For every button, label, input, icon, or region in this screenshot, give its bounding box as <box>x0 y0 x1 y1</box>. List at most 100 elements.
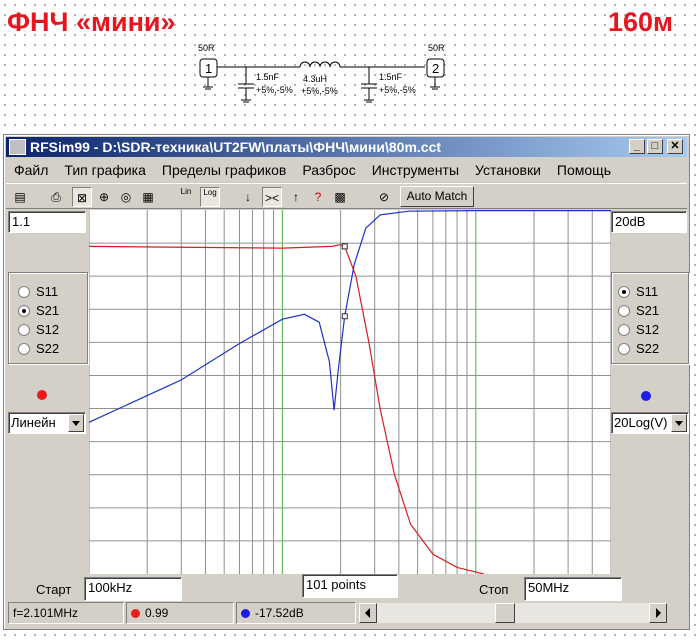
left-radio-s12[interactable]: S12 <box>18 321 59 339</box>
filter-schematic: 50R 1 1.5nF +5%,-5% 4.3uH +5%,-5% 1.5nF … <box>198 43 445 103</box>
radio-circle <box>618 324 630 336</box>
title-bar[interactable]: RFSim99 - D:\SDR-техника\UT2FW\платы\ФНЧ… <box>6 137 687 157</box>
radio-label: S21 <box>636 303 660 318</box>
radio-circle <box>618 305 630 317</box>
sparam-plot[interactable] <box>89 210 611 574</box>
status-bar: f=2.101MHz 0.99 -17.52dB <box>6 601 687 625</box>
window-title: RFSim99 - D:\SDR-техника\UT2FW\платы\ФНЧ… <box>30 139 442 155</box>
close-button[interactable]: ✕ <box>667 139 683 154</box>
minimize-button[interactable]: _ <box>629 139 645 154</box>
stop-label: Стоп <box>479 582 509 597</box>
radio-circle <box>18 343 30 355</box>
right-scale-mode-select[interactable]: 20Log(V) <box>611 412 689 434</box>
scroll-right-button[interactable] <box>649 603 667 623</box>
radio-circle <box>618 286 630 298</box>
left-scale-mode-select[interactable]: Линейн <box>8 412 86 434</box>
port1-impedance: 50R <box>198 43 215 53</box>
marker[interactable] <box>341 243 348 250</box>
component-icon[interactable]: ▩ <box>330 187 350 207</box>
port1-number: 1 <box>205 61 212 76</box>
right-radio-s22[interactable]: S22 <box>618 340 659 358</box>
start-label: Старт <box>36 582 72 597</box>
right-scale-field[interactable]: 20dB <box>611 211 687 233</box>
scroll-left-button[interactable] <box>359 603 377 623</box>
left-radio-s21[interactable]: S21 <box>18 302 59 320</box>
status-frequency: f=2.101MHz <box>8 602 124 624</box>
cap1-tolerance: +5%,-5% <box>256 85 293 95</box>
left-radio-s11[interactable]: S11 <box>18 283 58 301</box>
menu-settings[interactable]: Установки <box>467 159 549 181</box>
radio-circle <box>618 343 630 355</box>
table-icon[interactable]: ▦ <box>138 187 158 207</box>
auto-match-button[interactable]: Auto Match <box>400 186 474 207</box>
menu-tolerance[interactable]: Разброс <box>294 159 363 181</box>
scroll-thumb[interactable] <box>495 603 515 623</box>
stop-frequency-field[interactable]: 50MHz <box>524 577 622 601</box>
status-blue-value: -17.52dB <box>236 602 356 624</box>
radio-label: S11 <box>36 284 59 299</box>
radio-label: S11 <box>636 284 659 299</box>
arrow-down-icon[interactable]: ↓ <box>238 187 258 207</box>
arrow-up-icon[interactable]: ↑ <box>286 187 306 207</box>
radio-circle <box>18 305 30 317</box>
radio-label: S12 <box>36 322 60 337</box>
status-red-value: 0.99 <box>126 602 234 624</box>
points-field[interactable]: 101 points <box>302 574 398 598</box>
radio-circle <box>18 286 30 298</box>
log-scale-button[interactable]: Log <box>200 187 220 207</box>
left-scale-mode-value: Линейн <box>11 415 56 430</box>
radio-label: S22 <box>636 341 660 356</box>
left-scale-field[interactable]: 1.1 <box>8 211 86 233</box>
polar-graph-icon[interactable]: ⊕ <box>94 187 114 207</box>
chevron-right-icon <box>656 608 661 618</box>
inductor-symbol <box>299 61 341 68</box>
menu-graph-type[interactable]: Тип графика <box>56 159 153 181</box>
arrows-in-icon[interactable]: >< <box>262 187 282 207</box>
cap2-tolerance: +5%,-5% <box>379 85 416 95</box>
maximize-button[interactable]: □ <box>647 139 663 154</box>
port2-impedance: 50R <box>428 43 445 53</box>
blue-dot-icon <box>241 609 250 618</box>
rect-graph-icon[interactable]: ⊠ <box>72 187 92 207</box>
right-trace-color-dot[interactable] <box>641 391 651 401</box>
right-radio-s11[interactable]: S11 <box>618 283 658 301</box>
rfsim-window: RFSim99 - D:\SDR-техника\UT2FW\платы\ФНЧ… <box>3 134 690 630</box>
menu-file[interactable]: Файл <box>6 159 56 181</box>
frequency-scrollbar[interactable] <box>358 602 668 624</box>
red-dot-icon <box>131 609 140 618</box>
band-label: 160м <box>608 7 674 37</box>
chevron-down-icon[interactable] <box>68 414 84 432</box>
marker[interactable] <box>341 313 348 320</box>
smith-chart-icon[interactable]: ◎ <box>116 187 136 207</box>
menu-bar: Файл Тип графика Пределы графиков Разбро… <box>6 159 687 181</box>
radio-label: S12 <box>636 322 660 337</box>
radio-label: S22 <box>36 341 60 356</box>
left-radio-s22[interactable]: S22 <box>18 340 59 358</box>
chevron-down-icon[interactable] <box>671 414 687 432</box>
menu-tools[interactable]: Инструменты <box>364 159 467 181</box>
print-icon[interactable]: ⎙ <box>46 187 66 207</box>
tune-icon[interactable]: ⊘ <box>374 187 394 207</box>
filter-title: ФНЧ «мини» <box>7 7 176 37</box>
right-radio-s21[interactable]: S21 <box>618 302 659 320</box>
help-cursor-icon[interactable]: ? <box>308 187 328 207</box>
red-value-text: 0.99 <box>145 606 169 620</box>
toolbar: ▤ ⎙ ⊠ ⊕ ◎ ▦ Lin Log ↓ >< ↑ ? ▩ ⊘ Auto Ma… <box>6 183 687 209</box>
start-frequency-field[interactable]: 100kHz <box>84 577 182 601</box>
blue-value-text: -17.52dB <box>255 606 304 620</box>
lin-label: Lin <box>180 187 192 196</box>
lin-scale-button[interactable]: Lin <box>176 187 196 207</box>
inductor-tolerance: +5%,-5% <box>301 86 338 96</box>
log-label: Log <box>203 188 217 197</box>
menu-graph-limits[interactable]: Пределы графиков <box>154 159 294 181</box>
open-icon[interactable]: ▤ <box>10 187 30 207</box>
right-radio-s12[interactable]: S12 <box>618 321 659 339</box>
cap2-value: 1.5nF <box>379 72 403 82</box>
app-icon[interactable] <box>9 139 26 155</box>
left-trace-color-dot[interactable] <box>37 390 47 400</box>
menu-help[interactable]: Помощь <box>549 159 619 181</box>
right-scale-mode-value: 20Log(V) <box>614 415 668 430</box>
inductor-value: 4.3uH <box>303 74 327 84</box>
radio-circle <box>18 324 30 336</box>
plot-background <box>89 210 611 574</box>
